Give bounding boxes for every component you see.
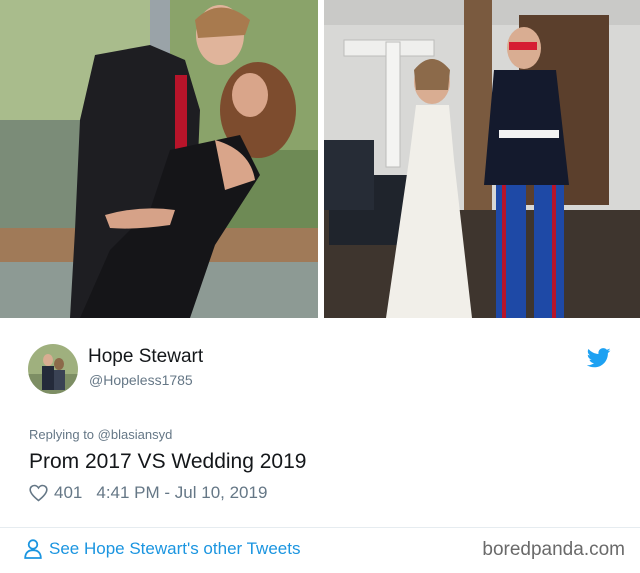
twitter-bird-icon[interactable] (587, 348, 611, 368)
person-icon (24, 539, 42, 559)
divider (0, 527, 640, 528)
photo-collage (0, 0, 640, 320)
reply-prefix: Replying to (29, 427, 95, 442)
tweet-timestamp[interactable]: 4:41 PM - Jul 10, 2019 (96, 483, 267, 503)
tweet-text: Prom 2017 VS Wedding 2019 (29, 450, 307, 473)
author-handle[interactable]: @Hopeless1785 (89, 372, 193, 388)
like-count: 401 (54, 483, 83, 502)
heart-icon[interactable] (29, 484, 48, 502)
tweet-meta: 401 4:41 PM - Jul 10, 2019 (29, 482, 267, 504)
prom-photo (0, 0, 318, 318)
source-watermark: boredpanda.com (482, 539, 625, 560)
see-other-tweets-label: See Hope Stewart's other Tweets (49, 539, 301, 558)
author-name[interactable]: Hope Stewart (88, 346, 203, 368)
reply-handle[interactable]: @blasiansyd (98, 427, 173, 442)
see-other-tweets-link[interactable]: See Hope Stewart's other Tweets (24, 539, 300, 559)
avatar[interactable] (28, 344, 78, 394)
reply-context: Replying to @blasiansyd (29, 427, 172, 442)
wedding-photo (324, 0, 640, 318)
tweet-card: Hope Stewart @Hopeless1785 Replying to @… (0, 320, 640, 573)
